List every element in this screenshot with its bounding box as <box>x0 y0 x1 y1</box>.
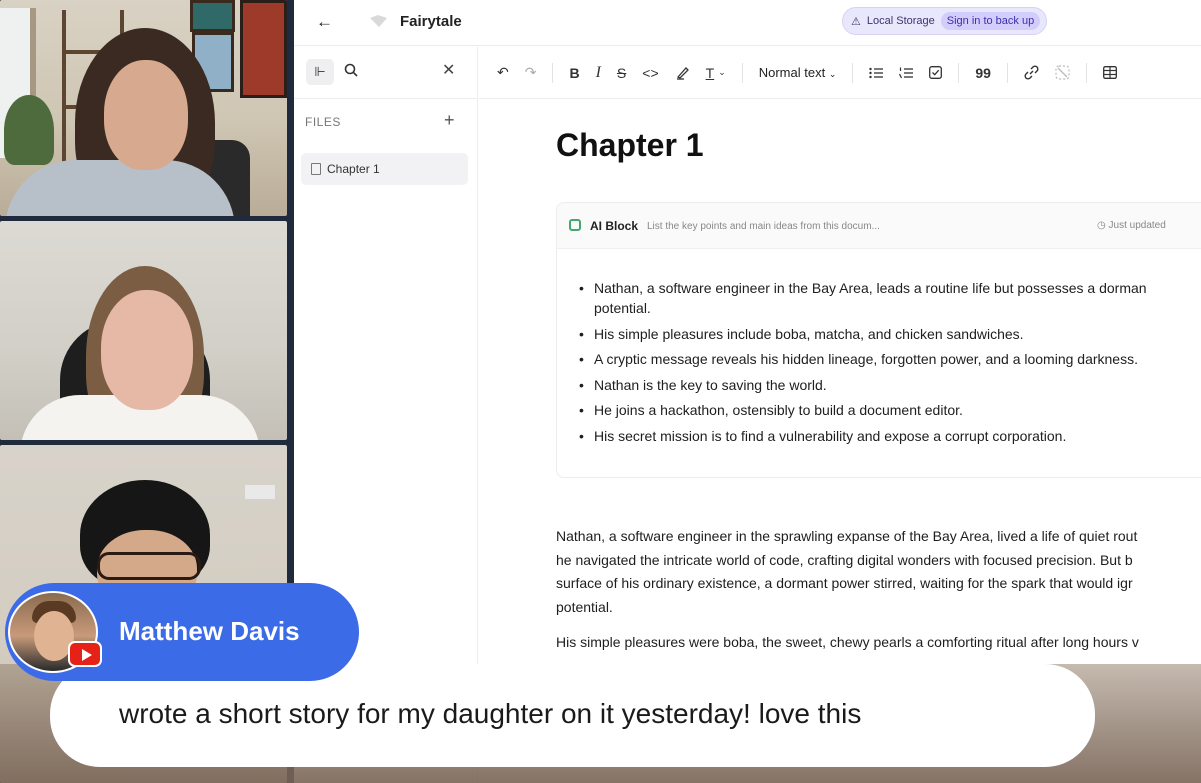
list-item: Nathan, a software engineer in the Bay A… <box>579 278 1201 318</box>
key-points-list: Nathan, a software engineer in the Bay A… <box>579 278 1201 451</box>
background-plant <box>4 95 54 165</box>
ai-block-status: ◷ Just updated <box>1097 220 1166 231</box>
tree-view-icon[interactable]: ⊩ <box>306 59 334 85</box>
warning-icon: ⚠ <box>851 15 861 28</box>
comment-text: wrote a short story for my daughter on i… <box>119 698 862 729</box>
participant-face <box>104 60 188 170</box>
paragraph-line: potential. <box>556 598 613 615</box>
bullet-list-icon[interactable] <box>869 67 884 79</box>
ai-block[interactable]: AI Block List the key points and main id… <box>556 202 1201 478</box>
toolbar-divider <box>741 62 743 83</box>
list-item: His simple pleasures include boba, match… <box>579 324 1201 344</box>
redo-icon[interactable]: ↷ <box>525 64 537 81</box>
checklist-icon[interactable] <box>929 66 943 79</box>
bold-button[interactable]: B <box>569 65 579 81</box>
top-bar: ← Fairytale ⚠ Local Storage Sign in to b… <box>294 0 1201 46</box>
code-button[interactable]: <> <box>642 65 658 81</box>
toolbar-divider <box>852 62 854 83</box>
toolbar-divider <box>1006 62 1008 83</box>
chapter-heading[interactable]: Chapter 1 <box>556 127 704 164</box>
document-title[interactable]: Fairytale <box>400 13 462 30</box>
participant-face <box>101 290 193 410</box>
list-item-text: Nathan, a software engineer in the Bay A… <box>594 280 1147 296</box>
paragraph-line: Nathan, a software engineer in the spraw… <box>556 528 1138 544</box>
list-item: His secret mission is to find a vulnerab… <box>579 426 1201 446</box>
block-type-select[interactable]: Normal text ⌄ <box>759 65 837 80</box>
back-arrow-icon[interactable]: ← <box>316 12 333 32</box>
toolbar-divider <box>552 62 554 83</box>
quote-button[interactable]: 99 <box>975 65 991 81</box>
toolbar-divider <box>958 62 960 83</box>
text-color-button[interactable]: T <box>706 65 715 81</box>
clock-icon: ◷ <box>1097 220 1109 231</box>
sign-in-button[interactable]: Sign in to back up <box>940 12 1041 30</box>
participant-glasses <box>97 552 201 580</box>
wall-poster <box>190 0 235 32</box>
list-item: He joins a hackathon, ostensibly to buil… <box>579 400 1201 420</box>
ai-block-prompt[interactable]: List the key points and main ideas from … <box>647 221 880 232</box>
sidebar-tools: ⊩ ✕ <box>294 47 478 99</box>
close-sidebar-icon[interactable]: ✕ <box>442 60 455 80</box>
document-logo-icon <box>370 15 387 27</box>
story-paragraph[interactable]: Nathan, a software engineer in the spraw… <box>556 525 1137 619</box>
paragraph-line: he navigated the intricate world of code… <box>556 551 1133 568</box>
numbered-list-icon[interactable] <box>899 67 914 79</box>
strikethrough-button[interactable]: S <box>617 65 626 81</box>
wall-poster <box>240 0 287 98</box>
story-paragraph[interactable]: His simple pleasures were boba, the swee… <box>556 631 1139 655</box>
link-icon[interactable] <box>1024 65 1039 80</box>
paragraph-line: His simple pleasures were boba, the swee… <box>556 634 1139 650</box>
participant-video-2 <box>0 221 287 440</box>
ai-block-status-text: Just updated <box>1108 220 1166 231</box>
list-item: Nathan is the key to saving the world. <box>579 375 1201 395</box>
table-icon[interactable] <box>1103 66 1117 79</box>
italic-button[interactable]: I <box>596 64 601 82</box>
background-lamp <box>245 485 275 499</box>
storage-label: Local Storage <box>866 15 935 27</box>
list-item: A cryptic message reveals his hidden lin… <box>579 349 1201 369</box>
ai-block-title: AI Block <box>590 219 639 233</box>
paragraph-line: surface of his ordinary existence, a dor… <box>556 575 1133 591</box>
search-icon[interactable] <box>344 63 358 77</box>
file-icon <box>311 163 321 175</box>
toolbar-divider <box>1085 62 1087 83</box>
undo-icon[interactable]: ↶ <box>497 64 509 81</box>
ai-block-header: AI Block List the key points and main id… <box>557 203 1201 249</box>
speaker-name: Matthew Davis <box>119 616 300 646</box>
youtube-icon <box>68 641 102 667</box>
unlink-icon[interactable] <box>1055 65 1070 80</box>
files-heading: FILES <box>305 115 341 129</box>
block-type-value: Normal text <box>758 65 826 80</box>
participant-video-1 <box>0 0 287 216</box>
highlighter-icon[interactable] <box>675 65 690 80</box>
storage-status: ⚠ Local Storage Sign in to back up <box>842 7 1048 35</box>
chevron-down-icon[interactable]: ⌄ <box>718 67 726 78</box>
formatting-toolbar: ↶ ↷ B I S <> T ⌄ Normal text ⌄ 99 <box>479 47 1201 99</box>
robot-icon <box>569 219 581 231</box>
chevron-down-icon: ⌄ <box>828 69 837 79</box>
list-item-text: potential. <box>594 300 651 316</box>
sidebar-item-chapter-1[interactable]: Chapter 1 <box>301 153 468 185</box>
add-file-button[interactable]: + <box>444 110 455 131</box>
sidebar-item-label: Chapter 1 <box>327 162 380 176</box>
